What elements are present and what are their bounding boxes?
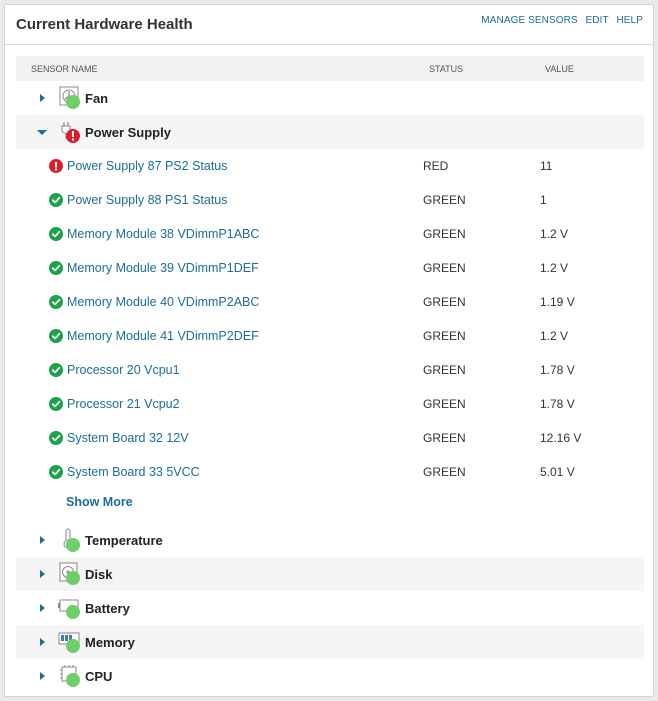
check-status-icon — [49, 431, 63, 445]
group-row-memory[interactable]: Memory — [16, 625, 644, 659]
table-row: System Board 32 12V GREEN 12.16 V — [16, 421, 644, 455]
caret-right-icon[interactable] — [36, 534, 48, 546]
table-row: Memory Module 39 VDimmP1DEF GREEN 1.2 V — [16, 251, 644, 285]
caret-right-icon[interactable] — [36, 636, 48, 648]
sensor-name-link[interactable]: System Board 33 5VCC — [67, 465, 200, 479]
table-row: Memory Module 40 VDimmP2ABC GREEN 1.19 V — [16, 285, 644, 319]
sensor-name-link[interactable]: System Board 32 12V — [67, 431, 189, 445]
panel-title: Current Hardware Health — [16, 16, 193, 33]
panel-header: Current Hardware Health MANAGE SENSORS E… — [5, 5, 653, 45]
group-label-battery: Battery — [85, 601, 130, 616]
check-status-icon — [49, 261, 63, 275]
table-row: System Board 33 5VCC GREEN 5.01 V — [16, 455, 644, 489]
table-row: Memory Module 41 VDimmP2DEF GREEN 1.2 V — [16, 319, 644, 353]
sensor-value: 1.78 V — [540, 363, 575, 377]
group-row-temperature[interactable]: Temperature — [16, 523, 644, 557]
sensor-status: GREEN — [423, 329, 466, 343]
group-label-disk: Disk — [85, 567, 113, 582]
edit-link[interactable]: EDIT — [586, 15, 609, 26]
sensor-value: 1.78 V — [540, 397, 575, 411]
cpu-icon — [60, 665, 80, 687]
check-status-icon — [49, 227, 63, 241]
sensor-value: 1.2 V — [540, 227, 569, 241]
memory-icon — [58, 632, 80, 653]
column-header-sensor-name[interactable]: SENSOR NAME — [31, 64, 98, 74]
table-row: Power Supply 87 PS2 Status RED 11 — [16, 149, 644, 183]
power-plug-icon — [61, 122, 80, 143]
sensor-status: GREEN — [423, 295, 466, 309]
table-row: Power Supply 88 PS1 Status GREEN 1 — [16, 183, 644, 217]
sensor-name-link[interactable]: Processor 20 Vcpu1 — [67, 363, 180, 377]
sensor-value: 1.2 V — [540, 329, 569, 343]
hardware-health-panel: Current Hardware Health MANAGE SENSORS E… — [4, 4, 654, 697]
group-label-fan: Fan — [85, 91, 109, 106]
check-status-icon — [49, 295, 63, 309]
group-label-cpu: CPU — [85, 669, 113, 684]
sensor-name-link[interactable]: Memory Module 41 VDimmP2DEF — [67, 329, 259, 343]
sensor-name-link[interactable]: Memory Module 39 VDimmP1DEF — [67, 261, 259, 275]
header-links: MANAGE SENSORS EDIT HELP — [476, 15, 643, 26]
check-status-icon — [49, 363, 63, 377]
check-status-icon — [49, 193, 63, 207]
table-header: SENSOR NAME STATUS VALUE — [16, 56, 644, 81]
caret-down-icon[interactable] — [36, 126, 48, 138]
error-status-icon — [49, 159, 63, 173]
sensor-value: 12.16 V — [540, 431, 582, 445]
caret-right-icon[interactable] — [36, 92, 48, 104]
disk-icon — [59, 562, 80, 585]
sensor-name-link[interactable]: Memory Module 40 VDimmP2ABC — [67, 295, 259, 309]
column-header-value[interactable]: VALUE — [545, 64, 574, 74]
sensor-status: GREEN — [423, 261, 466, 275]
caret-right-icon[interactable] — [36, 670, 48, 682]
sensor-status: RED — [423, 159, 449, 173]
check-status-icon — [49, 465, 63, 479]
show-more-row: Show More — [16, 489, 644, 523]
sensor-name-link[interactable]: Processor 21 Vcpu2 — [67, 397, 180, 411]
table-row: Memory Module 38 VDimmP1ABC GREEN 1.2 V — [16, 217, 644, 251]
sensor-status: GREEN — [423, 363, 466, 377]
sensor-value: 1.2 V — [540, 261, 569, 275]
help-link[interactable]: HELP — [616, 15, 643, 26]
sensor-status: GREEN — [423, 465, 466, 479]
group-row-battery[interactable]: Battery — [16, 591, 644, 625]
group-label-temperature: Temperature — [85, 533, 163, 548]
show-more-link[interactable]: Show More — [66, 495, 133, 509]
fan-icon — [59, 86, 80, 109]
group-row-disk[interactable]: Disk — [16, 557, 644, 591]
table-row: Processor 21 Vcpu2 GREEN 1.78 V — [16, 387, 644, 421]
sensor-name-link[interactable]: Power Supply 87 PS2 Status — [67, 159, 228, 173]
sensor-value: 11 — [540, 159, 553, 173]
sensor-table: SENSOR NAME STATUS VALUE Fan Power Suppl… — [16, 56, 644, 693]
group-label-memory: Memory — [85, 635, 135, 650]
column-header-status[interactable]: STATUS — [429, 64, 463, 74]
group-row-fan[interactable]: Fan — [16, 81, 644, 115]
group-row-cpu[interactable]: CPU — [16, 659, 644, 693]
table-row: Processor 20 Vcpu1 GREEN 1.78 V — [16, 353, 644, 387]
battery-icon — [58, 599, 80, 619]
manage-sensors-link[interactable]: MANAGE SENSORS — [481, 15, 577, 26]
sensor-value: 1.19 V — [540, 295, 575, 309]
caret-right-icon[interactable] — [36, 602, 48, 614]
group-row-power-supply[interactable]: Power Supply — [16, 115, 644, 149]
thermometer-icon — [63, 528, 80, 552]
sensor-list: Power Supply 87 PS2 Status RED 11 Power Sup… — [16, 149, 644, 489]
check-status-icon — [49, 397, 63, 411]
sensor-value: 1 — [540, 193, 547, 207]
sensor-status: GREEN — [423, 397, 466, 411]
sensor-name-link[interactable]: Power Supply 88 PS1 Status — [67, 193, 228, 207]
sensor-status: GREEN — [423, 193, 466, 207]
caret-right-icon[interactable] — [36, 568, 48, 580]
sensor-status: GREEN — [423, 431, 466, 445]
sensor-value: 5.01 V — [540, 465, 575, 479]
sensor-status: GREEN — [423, 227, 466, 241]
check-status-icon — [49, 329, 63, 343]
group-label-power-supply: Power Supply — [85, 125, 171, 140]
sensor-name-link[interactable]: Memory Module 38 VDimmP1ABC — [67, 227, 259, 241]
